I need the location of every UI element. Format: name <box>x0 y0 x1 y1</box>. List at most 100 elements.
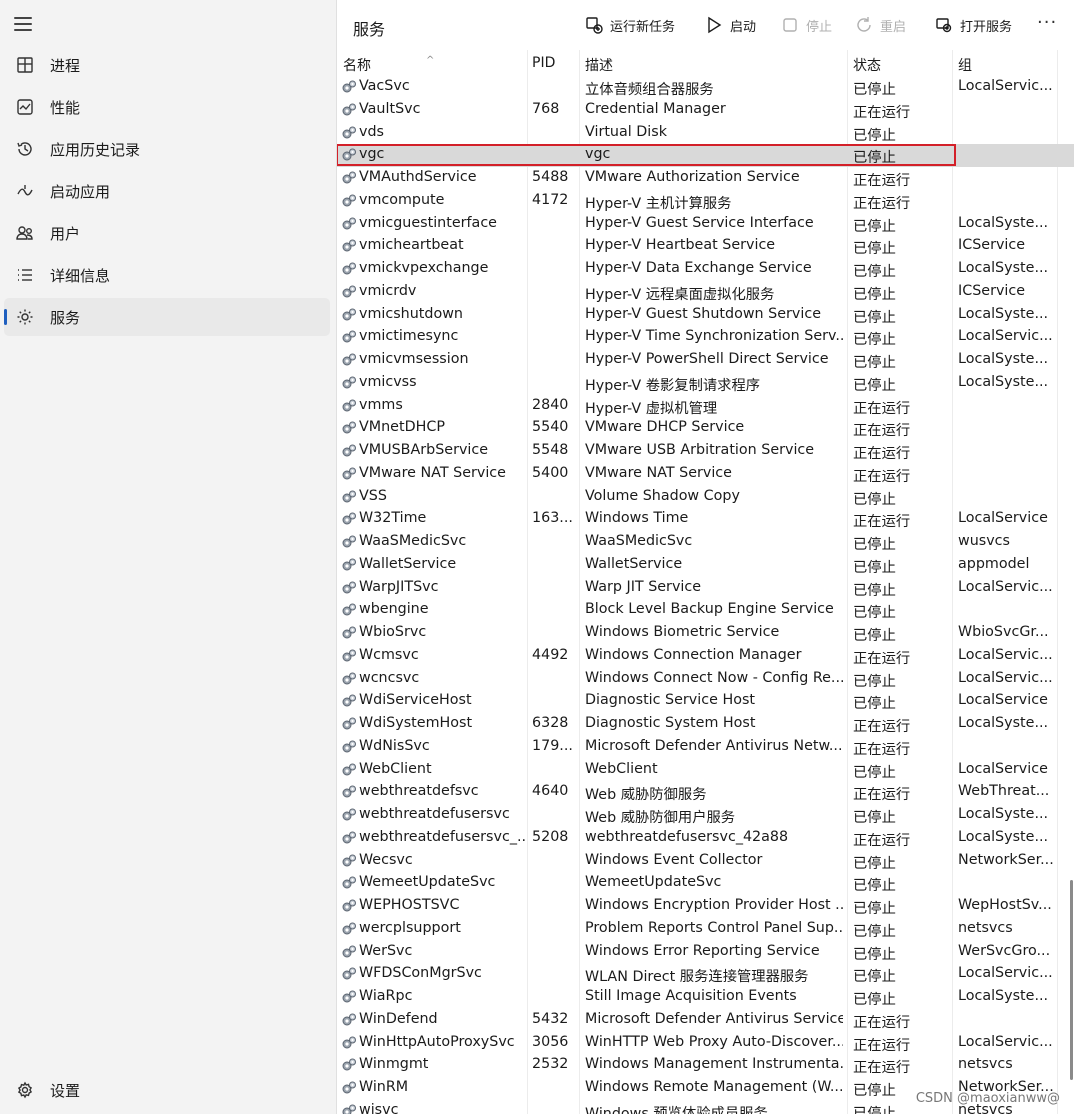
cell-group: LocalSyste... <box>958 988 1049 1004</box>
table-row[interactable]: vmicvmsession Hyper-V PowerShell Direct S… <box>337 349 1074 372</box>
column-header-group[interactable]: 组 <box>958 55 972 75</box>
table-row[interactable]: VSS Volume Shadow Copy 已停止 <box>337 486 1074 509</box>
table-row[interactable]: vgc vgc 已停止 <box>337 144 1074 167</box>
cell-description: Hyper-V PowerShell Direct Service <box>585 351 829 367</box>
table-row[interactable]: WEPHOSTSVC Windows Encryption Provider Ho… <box>337 895 1074 918</box>
table-row[interactable]: Wecsvc Windows Event Collector 已停止 NetworkS… <box>337 850 1074 873</box>
table-row[interactable]: WFDSConMgrSvc WLAN Direct 服务连接管理器服务 已停止 Loc… <box>337 963 1074 986</box>
service-gear-icon <box>341 489 357 505</box>
cell-status: 正在运行 <box>853 195 911 212</box>
sidebar-item-processes[interactable]: 进程 <box>4 46 330 84</box>
table-row[interactable]: vmms 2840 Hyper-V 虚拟机管理 正在运行 <box>337 395 1074 418</box>
table-row[interactable]: WiaRpc Still Image Acquisition Events 已停止 L… <box>337 986 1074 1009</box>
cell-name: WbioSrvc <box>359 624 427 640</box>
column-header-pid[interactable]: PID <box>532 55 555 71</box>
cell-group: LocalSyste... <box>958 806 1049 822</box>
column-header-status[interactable]: 状态 <box>853 55 881 75</box>
sidebar-item-app-history[interactable]: 应用历史记录 <box>4 130 330 168</box>
table-row[interactable]: VMware NAT Service 5400 VMware NAT Service… <box>337 463 1074 486</box>
service-gear-icon <box>341 79 357 95</box>
table-row[interactable]: wbengine Block Level Backup Engine Servic… <box>337 599 1074 622</box>
table-row[interactable]: VaultSvc 768 Credential Manager 正在运行 <box>337 99 1074 122</box>
table-row[interactable]: vmicguestinterface Hyper-V Guest Service … <box>337 213 1074 236</box>
cell-name: VaultSvc <box>359 100 421 117</box>
hamburger-menu-icon[interactable] <box>14 14 34 34</box>
table-row[interactable]: wercplsupport Problem Reports Control Pan… <box>337 918 1074 941</box>
cell-status: 正在运行 <box>853 1037 911 1054</box>
service-gear-icon <box>341 147 357 163</box>
run-new-task-button[interactable]: 运行新任务 <box>585 13 675 37</box>
more-options-icon[interactable]: ··· <box>1037 12 1057 33</box>
cell-name: vgc <box>359 146 385 163</box>
table-row[interactable]: WbioSrvc Windows Biometric Service 已停止 Wbio… <box>337 622 1074 645</box>
table-row[interactable]: WinHttpAutoProxySvc 3056 WinHTTP Web Proxy… <box>337 1032 1074 1055</box>
service-gear-icon <box>341 511 357 527</box>
cell-group: LocalService <box>958 760 1048 777</box>
cell-description: Windows 预览体验成员服务 <box>585 1105 768 1114</box>
table-row[interactable]: WebClient WebClient 已停止 LocalService <box>337 759 1074 782</box>
sidebar-item-performance[interactable]: 性能 <box>4 88 330 126</box>
sidebar-item-label: 服务 <box>50 308 81 327</box>
sidebar-item-label: 性能 <box>50 98 81 117</box>
run-new-task-label: 运行新任务 <box>610 19 676 35</box>
column-header-name[interactable]: 名称 <box>343 55 371 75</box>
table-row[interactable]: WdiServiceHost Diagnostic Service Host 已停止… <box>337 690 1074 713</box>
table-row[interactable]: Winmgmt 2532 Windows Management Instrument… <box>337 1054 1074 1077</box>
table-row[interactable]: webthreatdefusersvc Web 威胁防御用户服务 已停止 LocalS… <box>337 804 1074 827</box>
table-row[interactable]: WalletService WalletService 已停止 appmodel <box>337 554 1074 577</box>
table-row[interactable]: W32Time 163... Windows Time 正在运行 LocalServic… <box>337 508 1074 531</box>
cell-status: 已停止 <box>853 491 896 508</box>
table-row[interactable]: VMnetDHCP 5540 VMware DHCP Service 正在运行 <box>337 417 1074 440</box>
table-row[interactable]: VMAuthdService 5488 VMware Authorization S… <box>337 167 1074 190</box>
table-row[interactable]: vmcompute 4172 Hyper-V 主机计算服务 正在运行 <box>337 190 1074 213</box>
page-title: 服务 <box>353 20 386 39</box>
sidebar-item-details[interactable]: 详细信息 <box>4 256 330 294</box>
cell-status: 已停止 <box>853 764 896 781</box>
cell-status: 正在运行 <box>853 423 911 440</box>
table-row[interactable]: vmicvss Hyper-V 卷影复制请求程序 已停止 LocalSyste... <box>337 372 1074 395</box>
table-row[interactable]: WerSvc Windows Error Reporting Service 已停止… <box>337 941 1074 964</box>
stop-button[interactable]: 停止 <box>781 13 832 37</box>
table-row[interactable]: vmictimesync Hyper-V Time Synchronization… <box>337 326 1074 349</box>
cell-pid: 4492 <box>532 646 569 663</box>
table-row[interactable]: VMUSBArbService 5548 VMware USB Arbitratio… <box>337 440 1074 463</box>
table-row[interactable]: WdNisSvc 179... Microsoft Defender Antivir… <box>337 736 1074 759</box>
cell-group: LocalSyste... <box>958 305 1049 322</box>
cell-name: WEPHOSTSVC <box>359 897 460 913</box>
table-row[interactable]: Wcmsvc 4492 Windows Connection Manager 正在运行… <box>337 645 1074 668</box>
table-row[interactable]: WarpJITSvc Warp JIT Service 已停止 LocalServic… <box>337 577 1074 600</box>
cell-group: wusvcs <box>958 533 1010 549</box>
table-row[interactable]: WemeetUpdateSvc WemeetUpdateSvc 已停止 <box>337 872 1074 895</box>
column-header-description[interactable]: 描述 <box>585 55 613 75</box>
start-button[interactable]: 启动 <box>705 13 756 37</box>
table-row[interactable]: vmickvpexchange Hyper-V Data Exchange Ser… <box>337 258 1074 281</box>
table-row[interactable]: vmicshutdown Hyper-V Guest Shutdown Servi… <box>337 304 1074 327</box>
cell-description: Still Image Acquisition Events <box>585 988 797 1004</box>
cell-name: vmictimesync <box>359 328 459 345</box>
sidebar-item-settings[interactable]: 设置 <box>4 1071 330 1109</box>
open-services-button[interactable]: 打开服务 <box>935 13 1012 37</box>
table-row[interactable]: WinDefend 5432 Microsoft Defender Antiviru… <box>337 1009 1074 1032</box>
sidebar-item-users[interactable]: 用户 <box>4 214 330 252</box>
service-gear-icon <box>341 216 357 232</box>
vertical-scrollbar[interactable] <box>1070 880 1073 1080</box>
cell-name: VMAuthdService <box>359 169 477 185</box>
cell-name: webthreatdefusersvc <box>359 806 510 822</box>
restart-button[interactable]: 重启 <box>855 13 906 37</box>
sidebar-item-startup-apps[interactable]: 启动应用 <box>4 172 330 210</box>
table-row[interactable]: WdiSystemHost 6328 Diagnostic System Host 正… <box>337 713 1074 736</box>
table-row[interactable]: VacSvc 立体音频组合器服务 已停止 LocalServic... <box>337 76 1074 99</box>
cell-pid: 3056 <box>532 1033 569 1050</box>
sidebar-item-services[interactable]: 服务 <box>4 298 330 336</box>
table-row[interactable]: vmicrdv Hyper-V 远程桌面虚拟化服务 已停止 ICService <box>337 281 1074 304</box>
cell-name: wercplsupport <box>359 919 461 936</box>
cell-name: vmicshutdown <box>359 305 463 322</box>
table-row[interactable]: vds Virtual Disk 已停止 <box>337 122 1074 145</box>
table-row[interactable]: WaaSMedicSvc WaaSMedicSvc 已停止 wusvcs <box>337 531 1074 554</box>
table-row[interactable]: wcncsvc Windows Connect Now - Config Re..… <box>337 668 1074 691</box>
gear-icon <box>14 1079 36 1101</box>
table-row[interactable]: webthreatdefusersvc_... 5208 webthreatdefu… <box>337 827 1074 850</box>
table-row[interactable]: webthreatdefsvc 4640 Web 威胁防御服务 正在运行 WebThre… <box>337 781 1074 804</box>
table-row[interactable]: vmicheartbeat Hyper-V Heartbeat Service 已停… <box>337 235 1074 258</box>
cell-name: VSS <box>359 487 387 504</box>
